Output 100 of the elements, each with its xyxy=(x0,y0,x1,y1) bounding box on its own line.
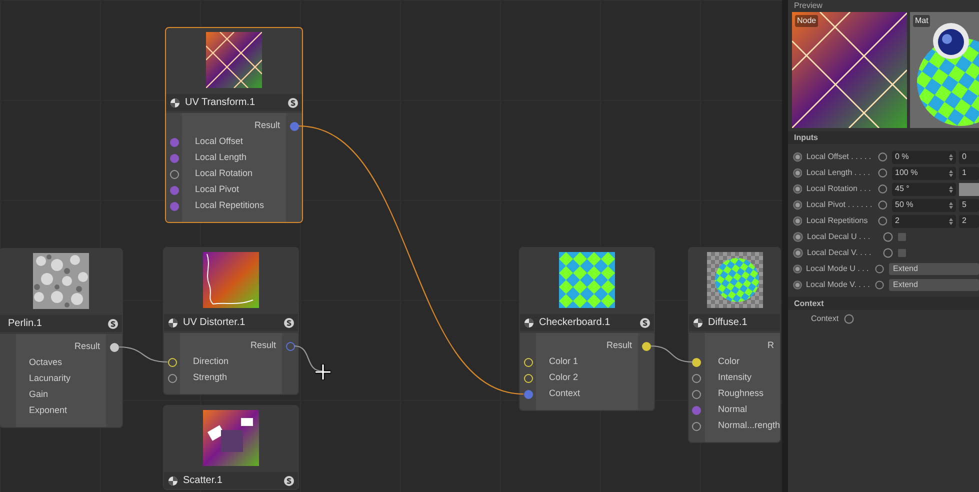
solo-icon[interactable] xyxy=(284,476,294,486)
port-label: Normal...rength xyxy=(718,419,780,432)
section-title: Preview xyxy=(794,2,822,10)
section-title: Inputs xyxy=(794,132,818,144)
spinner-icon[interactable] xyxy=(949,170,953,176)
port-label: Color 1 xyxy=(549,355,578,368)
parameter-label: Local Decal V. . . . xyxy=(806,247,872,259)
node-card[interactable]: Scatter.1 xyxy=(163,405,299,490)
port-label: Octaves xyxy=(29,356,62,370)
port-icon[interactable] xyxy=(642,342,650,350)
port-label: Local Pivot xyxy=(195,183,240,196)
slider-track[interactable] xyxy=(959,182,979,196)
number-field[interactable]: 100 % xyxy=(892,166,956,180)
number-field[interactable]: 45 ° xyxy=(892,182,956,196)
parameter-label: Local Mode U . . . xyxy=(805,263,870,275)
port-label: Gain xyxy=(29,388,48,402)
node-header[interactable]: Scatter.1 xyxy=(164,472,298,489)
port-label: Strength xyxy=(193,371,228,384)
port-icon[interactable] xyxy=(692,390,702,398)
keyframe-toggle-icon[interactable] xyxy=(844,314,854,324)
port-label: Local Offset xyxy=(195,135,243,148)
checkbox[interactable] xyxy=(898,249,906,257)
preview-label: Mat xyxy=(913,15,930,27)
port-label: Lacunarity xyxy=(29,372,71,386)
solo-icon[interactable] xyxy=(108,318,118,328)
port-label: Normal xyxy=(718,403,747,416)
node-card[interactable]: UV Distorter.1 Result Direction Strength xyxy=(163,247,299,395)
port-icon[interactable] xyxy=(110,342,118,352)
port-label: Roughness xyxy=(718,387,764,400)
parameter-label: Local Rotation . . . xyxy=(805,183,872,195)
parameter-label: Context xyxy=(811,313,839,325)
node-title: Checkerboard.1 xyxy=(539,316,612,330)
solo-icon[interactable] xyxy=(284,318,294,328)
number-field[interactable]: 50 % xyxy=(892,198,956,212)
port-icon[interactable] xyxy=(524,374,532,382)
number-field[interactable]: 5 xyxy=(959,198,979,212)
port-icon[interactable] xyxy=(692,358,702,366)
node-header[interactable]: UV Distorter.1 xyxy=(164,314,298,331)
checkbox[interactable] xyxy=(898,233,906,241)
parameter-label: Local Mode V. . . . xyxy=(805,279,871,291)
parameter-label: Local Offset . . . . . xyxy=(805,151,872,163)
node-title: UV Distorter.1 xyxy=(183,316,246,330)
node-header[interactable]: Diffuse.1 xyxy=(689,314,780,331)
node-title: Scatter.1 xyxy=(183,474,224,488)
scatter-preview xyxy=(203,410,259,466)
dropdown[interactable]: Extend xyxy=(889,279,979,291)
port-label: Local Length xyxy=(195,151,247,164)
sphere-preview xyxy=(706,252,762,308)
dropdown[interactable]: Extend xyxy=(889,263,979,275)
crosshair-cursor-icon xyxy=(314,363,332,381)
port-icon[interactable] xyxy=(170,170,178,178)
node-header[interactable]: UV Transform.1 xyxy=(166,94,302,111)
parameter-label: Local Pivot . . . . . . xyxy=(805,199,874,211)
port-label: Color 2 xyxy=(549,371,578,384)
node-title: Diffuse.1 xyxy=(708,316,748,330)
checker-preview xyxy=(559,252,615,308)
spinner-icon[interactable] xyxy=(949,154,953,160)
parameter-label: Local Repetitions xyxy=(805,215,869,227)
number-field[interactable]: 0 xyxy=(959,150,979,164)
node-card[interactable]: Diffuse.1 R Color Intensity Roughness Normal Normal...rength xyxy=(688,247,781,443)
number-field[interactable]: 0 % xyxy=(892,150,956,164)
port-label: Local Repetitions xyxy=(195,199,264,212)
parameter-label: Local Decal U . . . xyxy=(806,231,872,243)
solo-icon[interactable] xyxy=(288,98,298,108)
node-card[interactable]: Perlin.1 Result Octaves Lacunarity Gain Exponent xyxy=(0,248,123,428)
parameter-label: Local Length . . . . xyxy=(805,167,871,179)
port-icon[interactable] xyxy=(692,422,702,430)
section-title: Context xyxy=(794,298,824,310)
port-label: Result xyxy=(606,339,632,352)
spinner-icon[interactable] xyxy=(949,202,953,208)
port-label: R xyxy=(768,339,774,352)
port-label: Context xyxy=(549,387,580,400)
port-label: Result xyxy=(74,340,100,354)
node-card[interactable]: Checkerboard.1 Result Color 1 Color 2 Context xyxy=(519,247,655,411)
port-label: Color xyxy=(718,355,740,368)
noise-preview xyxy=(33,253,89,309)
port-label: Exponent xyxy=(29,404,68,418)
node-header[interactable]: Perlin.1 xyxy=(0,315,122,332)
node-card[interactable]: UV Transform.1 Result Local Offset Local Length Local Rotation Local Pivot Local Repetitions xyxy=(165,27,303,223)
preview-label: Node xyxy=(795,15,818,27)
port-icon[interactable] xyxy=(692,374,702,382)
node-title: Perlin.1 xyxy=(8,317,43,331)
solo-icon[interactable] xyxy=(640,318,650,328)
node-title: UV Transform.1 xyxy=(185,96,256,110)
port-icon[interactable] xyxy=(168,358,176,366)
port-icon[interactable] xyxy=(524,358,532,366)
port-label: Result xyxy=(254,119,280,132)
port-icon[interactable] xyxy=(168,374,176,382)
port-label: Result xyxy=(250,339,276,352)
number-field[interactable]: 1 xyxy=(959,166,979,180)
port-label: Direction xyxy=(193,355,229,368)
node-header[interactable]: Checkerboard.1 xyxy=(520,314,654,331)
spinner-icon[interactable] xyxy=(949,218,953,224)
number-field[interactable]: 2 xyxy=(892,214,956,228)
uv-gradient-preview xyxy=(206,32,262,88)
distorted-gradient-preview xyxy=(203,252,259,308)
number-field[interactable]: 2 xyxy=(959,214,979,228)
logo-icon xyxy=(932,22,970,60)
port-label: Local Rotation xyxy=(195,167,253,180)
spinner-icon[interactable] xyxy=(949,186,953,192)
